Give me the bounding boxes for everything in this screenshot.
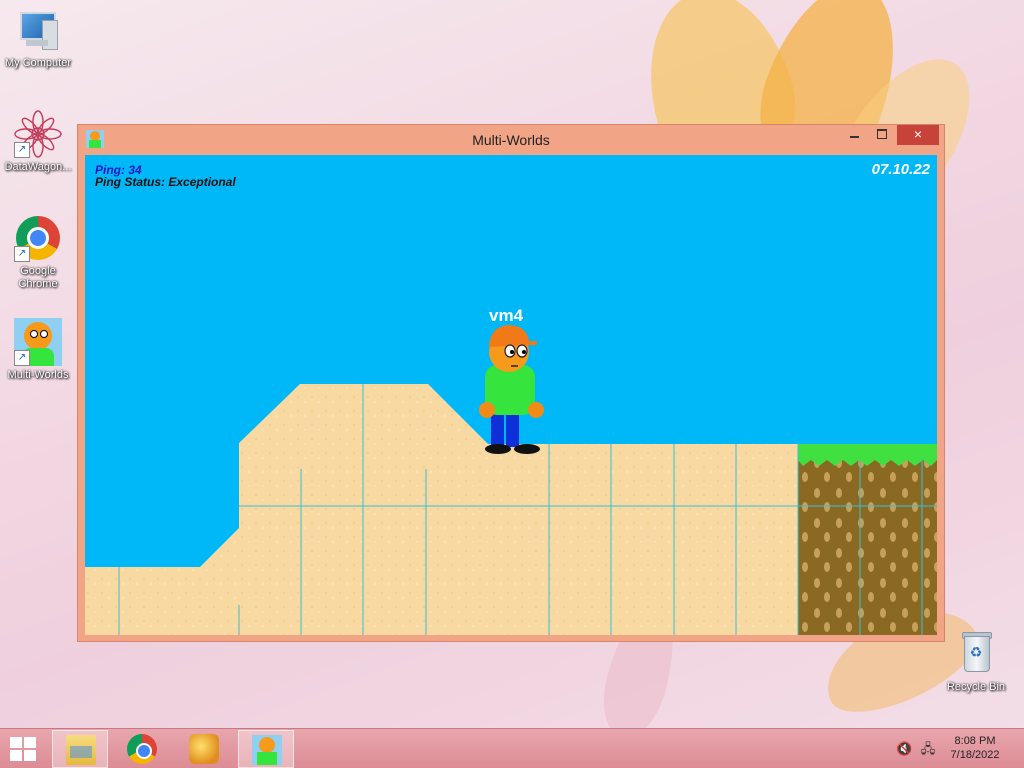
recycle-bin-icon: ♻ — [952, 630, 1000, 678]
window-title: Multi-Worlds — [472, 132, 550, 148]
shortcut-arrow-icon: ↗ — [14, 246, 30, 262]
maximize-button[interactable] — [869, 125, 895, 145]
shortcut-arrow-icon: ↗ — [14, 142, 30, 158]
taskbar-multi-worlds[interactable] — [238, 730, 294, 768]
chrome-icon — [127, 734, 157, 764]
taskbar-file-explorer[interactable] — [52, 730, 108, 768]
taskbar-setup[interactable] — [176, 730, 232, 768]
folder-icon — [66, 735, 96, 765]
close-icon: × — [913, 126, 923, 142]
window-titlebar[interactable]: Multi-Worlds × — [78, 125, 944, 155]
clock-date: 7/18/2022 — [950, 749, 1000, 761]
desktop-icon-label: Multi-Worlds — [7, 369, 69, 381]
desktop-icon-label: DataWagon... — [4, 161, 72, 173]
close-button[interactable]: × — [897, 125, 939, 145]
desktop-icon-label: Recycle Bin — [946, 681, 1006, 693]
setup-icon — [189, 734, 219, 764]
computer-icon — [14, 6, 62, 54]
desktop-icon-multi-worlds[interactable]: ↗ Multi-Worlds — [0, 318, 76, 382]
desktop-icon-datawagon[interactable]: ↗ DataWagon... — [0, 110, 76, 174]
taskbar: 🔇 🖧 8:08 PM 7/18/2022 — [0, 728, 1024, 768]
volume-muted-icon[interactable]: 🔇 — [896, 741, 912, 757]
desktop-icon-recycle-bin[interactable]: ♻ Recycle Bin — [938, 630, 1014, 694]
start-button[interactable] — [10, 737, 36, 761]
maximize-icon — [877, 129, 887, 139]
multi-worlds-window: Multi-Worlds × Ping: 34 Ping Status: Exc… — [77, 124, 945, 642]
shortcut-arrow-icon: ↗ — [14, 350, 30, 366]
desktop-icon-google-chrome[interactable]: ↗ Google Chrome — [0, 214, 76, 291]
clock[interactable]: 8:08 PM 7/18/2022 — [940, 734, 1010, 762]
chrome-icon: ↗ — [14, 214, 62, 262]
taskbar-chrome[interactable] — [114, 730, 170, 768]
game-canvas[interactable]: Ping: 34 Ping Status: Exceptional 07.10.… — [85, 155, 937, 635]
network-icon[interactable]: 🖧 — [920, 741, 936, 757]
windows-logo-icon — [10, 737, 22, 748]
minimize-button[interactable] — [841, 125, 867, 145]
desktop-icon-label: My Computer — [4, 57, 72, 69]
clock-time: 8:08 PM — [954, 735, 996, 747]
player-character — [479, 325, 544, 454]
desktop-icon-my-computer[interactable]: My Computer — [0, 6, 76, 70]
minimize-icon — [849, 136, 859, 138]
multi-worlds-icon — [252, 735, 282, 765]
desktop-icon-label: Google Chrome — [18, 265, 58, 290]
datawagon-flower-icon: ↗ — [14, 110, 62, 158]
multi-worlds-icon: ↗ — [14, 318, 62, 366]
